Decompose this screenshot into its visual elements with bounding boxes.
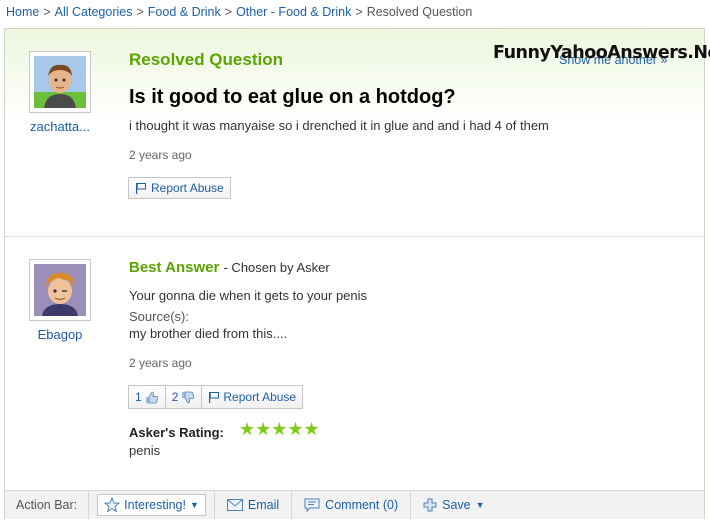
question-timestamp: 2 years ago (129, 148, 192, 162)
best-answer-heading: Best Answer - Chosen by Asker (129, 259, 330, 276)
breadcrumb-current: Resolved Question (366, 5, 473, 19)
email-button[interactable]: Email (213, 491, 293, 519)
breadcrumb-separator: > (224, 5, 233, 19)
question-report-abuse-button[interactable]: Report Abuse (128, 177, 231, 199)
report-abuse-label: Report Abuse (223, 390, 297, 404)
asker-avatar-image (34, 56, 86, 108)
comment-icon (304, 498, 320, 512)
vote-group: 1 2 Report Abuse (128, 385, 304, 409)
qa-frame: zachatta... Resolved Question Show me an… (4, 28, 710, 519)
answer-timestamp: 2 years ago (129, 356, 192, 370)
thumbs-up-count: 1 (135, 390, 142, 404)
answer-report-abuse-button[interactable]: Report Abuse (202, 386, 303, 408)
asker-comment: penis (129, 443, 161, 458)
breadcrumb: Home > All Categories > Food & Drink > Other -… (6, 5, 472, 19)
breadcrumb-separator: > (355, 5, 363, 19)
comment-label: Comment (0) (325, 498, 399, 512)
chevron-down-icon: ▼ (475, 500, 485, 510)
sources-text: my brother died from this.... (129, 326, 288, 341)
breadcrumb-other-food-drink[interactable]: Other - Food & Drink (236, 5, 351, 19)
thumbs-up-icon (145, 391, 158, 403)
chevron-down-icon: ▼ (189, 500, 199, 510)
thumbs-down-count: 2 (171, 390, 179, 404)
breadcrumb-food-drink[interactable]: Food & Drink (148, 5, 221, 19)
answerer-avatar-image (34, 264, 86, 316)
breadcrumb-all-categories[interactable]: All Categories (55, 5, 133, 19)
breadcrumb-home[interactable]: Home (6, 5, 39, 19)
plus-icon (423, 498, 437, 512)
star-rating: ★★★★★ (239, 419, 320, 439)
answerer-username[interactable]: Ebagop (20, 327, 100, 342)
email-icon (226, 499, 243, 511)
thumbs-down-button[interactable]: 2 (165, 386, 203, 408)
action-bar-label: Action Bar: (5, 491, 90, 519)
question-body: i thought it was manyaise so i drenched … (129, 118, 549, 133)
action-bar: Action Bar: Interesting! ▼ Email Comment… (5, 490, 704, 519)
save-label: Save (442, 498, 471, 512)
sources-label: Source(s): (129, 309, 189, 324)
askers-rating-label: Asker's Rating: (129, 425, 224, 440)
thumbs-down-icon (182, 391, 195, 403)
flag-icon (136, 183, 146, 194)
asker-avatar[interactable] (29, 51, 91, 113)
interesting-button[interactable]: Interesting! ▼ (97, 494, 206, 516)
answer-body: Your gonna die when it gets to your peni… (129, 288, 368, 303)
watermark: FunnyYahooAnswers.Net (493, 43, 710, 63)
thumbs-up-button[interactable]: 1 (129, 386, 166, 408)
comment-button[interactable]: Comment (0) (292, 491, 412, 519)
question-title: Is it good to eat glue on a hotdog? (129, 86, 456, 108)
email-label: Email (247, 498, 280, 512)
breadcrumb-separator: > (43, 5, 51, 19)
section-divider (5, 236, 704, 237)
save-button[interactable]: Save ▼ (411, 491, 496, 519)
resolved-question-heading: Resolved Question (129, 50, 283, 69)
best-answer-label: Best Answer (129, 259, 220, 276)
breadcrumb-separator: > (136, 5, 144, 19)
interesting-label: Interesting! (124, 498, 186, 512)
asker-username[interactable]: zachatta... (20, 119, 100, 134)
chosen-by-asker: - Chosen by Asker (223, 260, 330, 275)
flag-icon (209, 392, 220, 403)
answerer-avatar[interactable] (29, 259, 91, 321)
star-outline-icon (104, 497, 121, 513)
question-section: zachatta... Resolved Question Show me an… (5, 29, 710, 237)
report-abuse-label: Report Abuse (151, 181, 224, 195)
